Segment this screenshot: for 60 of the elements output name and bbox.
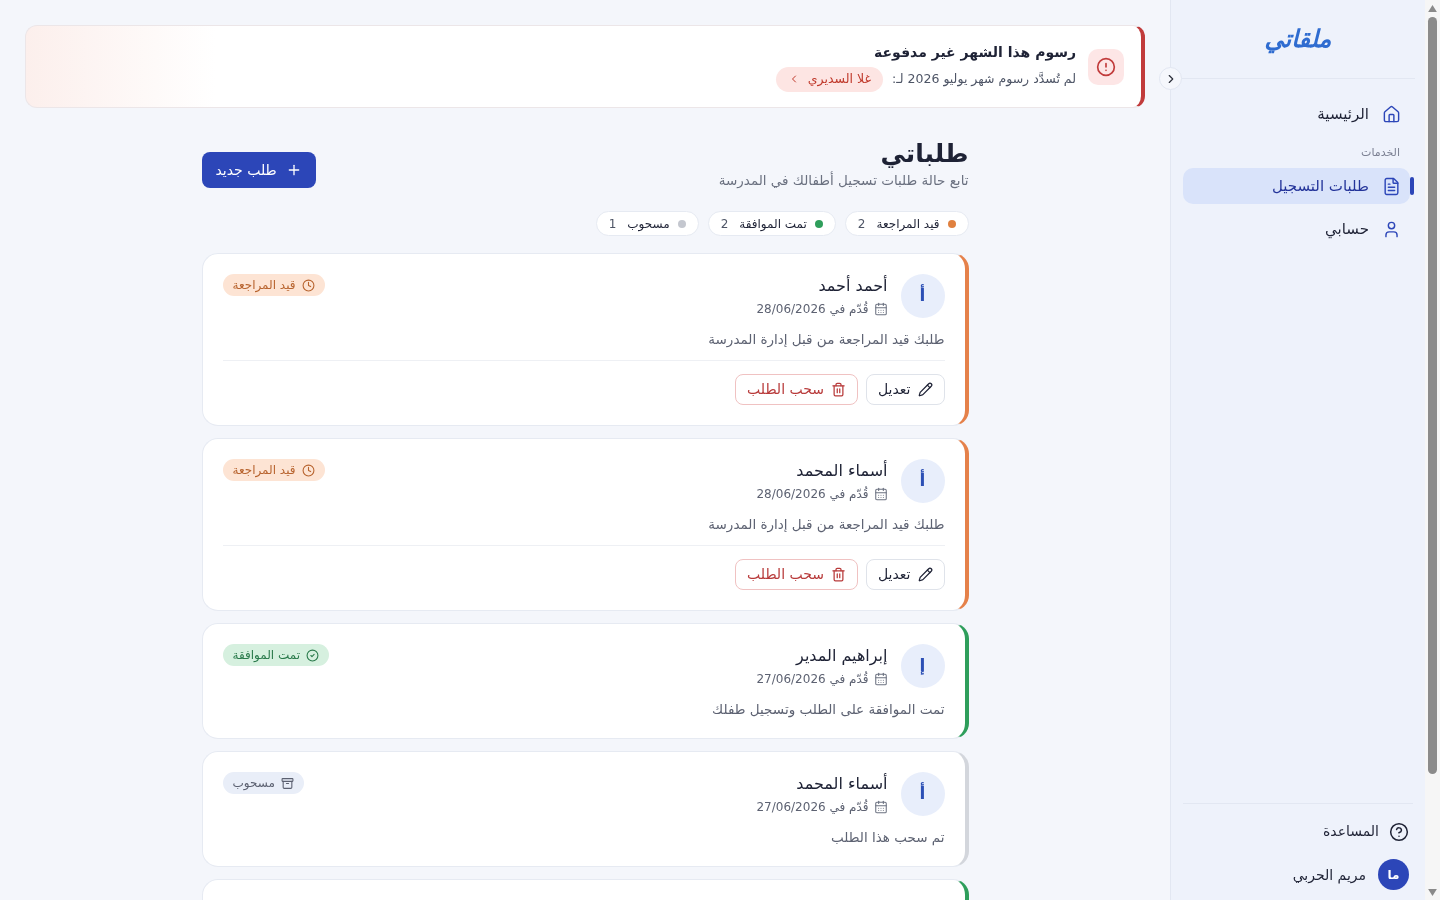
calendar-icon: [873, 672, 888, 686]
page-subtitle: تابع حالة طلبات تسجيل أطفالك في المدرسة: [718, 171, 969, 189]
clock-icon: [301, 278, 315, 292]
banner-message: لم تُسدَّد رسوم شهر يوليو 2026 لـ:: [891, 70, 1076, 88]
section-label: الخدمات: [1361, 146, 1401, 160]
logo: ملقاتي: [1264, 24, 1332, 54]
avatar: إ: [900, 644, 945, 688]
child-name: أسماء المحمد: [796, 461, 888, 481]
status-message: تمت الموافقة على الطلب وتسجيل طفلك: [712, 700, 945, 718]
page-title: طلباتي: [880, 138, 969, 170]
scroll-down-icon: [1428, 889, 1437, 896]
scrollbar-thumb[interactable]: [1428, 17, 1437, 774]
banner-title: رسوم هذا الشهر غير مدفوعة: [874, 42, 1076, 62]
pencil-icon: [917, 382, 933, 397]
scroll-up-icon: [1428, 5, 1437, 12]
sidebar-toggle-button[interactable]: [1159, 67, 1182, 90]
trash-icon: [831, 382, 846, 397]
withdraw-button[interactable]: سحب الطلب: [735, 559, 858, 590]
calendar-icon: [873, 800, 888, 814]
trash-icon: [831, 567, 846, 582]
document-icon: [1382, 176, 1401, 196]
active-indicator: [1410, 177, 1414, 195]
status-badge: قيد المراجعة: [222, 459, 325, 481]
archive-icon: [280, 776, 294, 790]
child-name: أسماء المحمد: [796, 774, 888, 794]
submitted-date: قُدّم في 28/06/2026: [756, 486, 869, 502]
user-name: مريم الحربي: [1292, 865, 1366, 884]
status-badge: مسحوب: [222, 772, 304, 794]
submitted-date: قُدّم في 27/06/2026: [756, 671, 869, 687]
withdraw-button[interactable]: سحب الطلب: [735, 374, 858, 405]
student-chip[interactable]: غلا السديري: [775, 66, 883, 92]
check-circle-icon: [306, 648, 320, 662]
home-icon: [1382, 104, 1401, 124]
status-message: تم سحب هذا الطلب: [830, 828, 945, 846]
scrollbar[interactable]: [1425, 0, 1440, 900]
sidebar-item[interactable]: حسابي: [1183, 211, 1410, 247]
help-link[interactable]: المساعدة: [1318, 818, 1413, 845]
calendar-icon: [873, 302, 888, 316]
avatar: أ: [900, 274, 945, 318]
submitted-date: قُدّم في 27/06/2026: [756, 799, 869, 815]
user-avatar[interactable]: ما: [1378, 859, 1409, 890]
status-message: طلبك قيد المراجعة من قبل إدارة المدرسة: [708, 515, 945, 533]
avatar: أ: [900, 772, 945, 816]
child-name: أحمد أحمد: [818, 276, 888, 296]
edit-button[interactable]: تعديل: [866, 559, 945, 590]
alert-icon: [1088, 48, 1124, 85]
status-badge: قيد المراجعة: [222, 274, 325, 296]
clock-icon: [301, 463, 315, 477]
user-icon: [1382, 219, 1401, 239]
calendar-icon: [873, 487, 888, 501]
new-request-button[interactable]: طلب جديد: [201, 152, 316, 188]
edit-button[interactable]: تعديل: [866, 374, 945, 405]
help-icon: [1389, 821, 1409, 842]
status-badge: تمت الموافقة: [222, 644, 330, 666]
sidebar-item[interactable]: الرئيسية: [1183, 96, 1410, 132]
submitted-date: قُدّم في 28/06/2026: [756, 301, 869, 317]
avatar: أ: [900, 459, 945, 503]
child-name: إبراهيم المدير: [796, 646, 888, 666]
status-message: طلبك قيد المراجعة من قبل إدارة المدرسة: [708, 330, 945, 348]
pencil-icon: [917, 567, 933, 582]
